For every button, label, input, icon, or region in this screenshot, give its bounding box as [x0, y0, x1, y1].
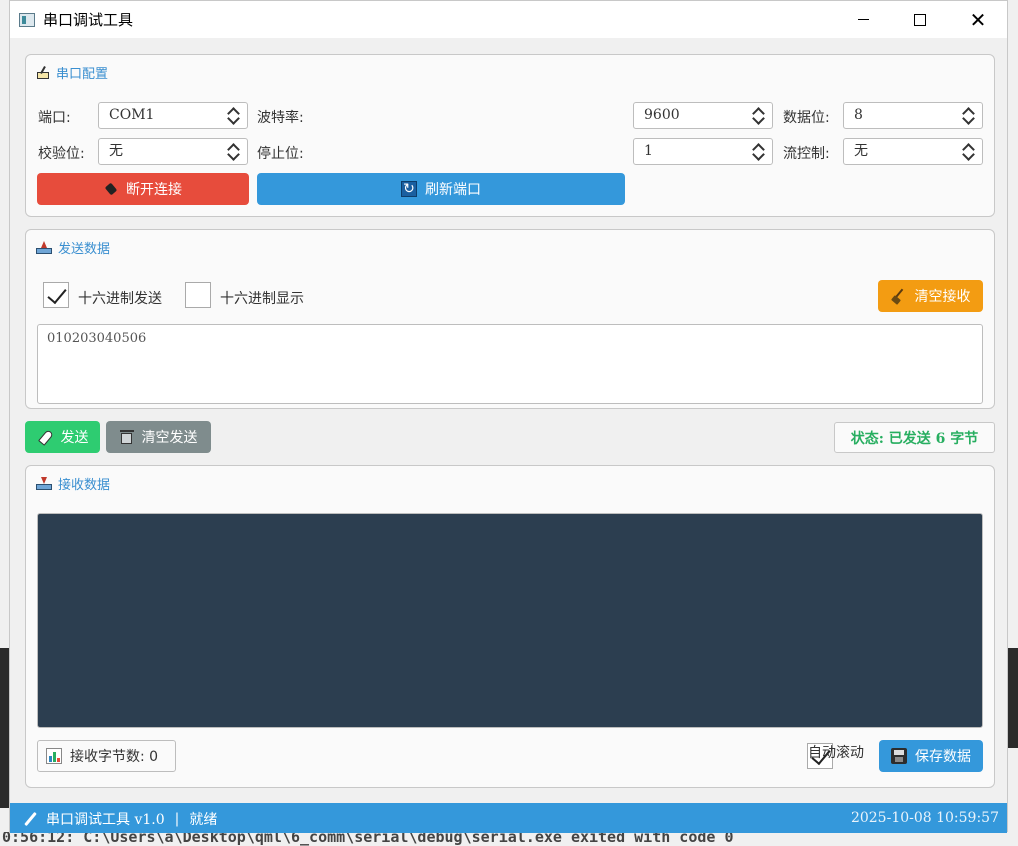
data-bits-value: 8 — [854, 107, 863, 123]
port-value: COM1 — [109, 107, 155, 123]
port-select[interactable]: COM1 — [98, 102, 248, 129]
spin-arrows-icon — [962, 142, 974, 162]
rocket-icon — [37, 429, 53, 445]
send-status-text: 状态: 已发送 6 字节 — [850, 430, 979, 447]
clear-receive-label: 清空接收 — [914, 289, 971, 305]
receive-data-label: 接收数据 — [58, 478, 111, 493]
terminal-output-line: 0:56:12: C:\Users\a\Desktop\qml\6_comm\s… — [2, 832, 734, 846]
hex-send-checkbox[interactable] — [43, 282, 69, 308]
receive-byte-count: 接收字节数: 0 — [37, 740, 176, 772]
minimize-icon — [857, 19, 869, 20]
baud-label: 波特率: — [257, 110, 304, 126]
save-data-button[interactable]: 保存数据 — [879, 740, 983, 772]
parity-label: 校验位: — [38, 146, 85, 162]
hex-send-label: 十六进制发送 — [78, 291, 162, 307]
plug-icon — [104, 182, 118, 196]
send-data-title: 发送数据 — [36, 238, 110, 257]
data-bits-label: 数据位: — [783, 110, 830, 126]
upload-icon — [36, 240, 52, 255]
spin-arrows-icon — [227, 142, 239, 162]
app-icon — [19, 12, 35, 27]
baud-select[interactable]: 9600 — [633, 102, 773, 129]
save-data-label: 保存数据 — [915, 749, 971, 765]
close-icon: ✕ — [969, 7, 987, 32]
hex-display-checkbox[interactable] — [185, 282, 211, 308]
send-label: 发送 — [60, 430, 89, 446]
send-status: 状态: 已发送 6 字节 — [834, 422, 995, 453]
parity-select[interactable]: 无 — [98, 138, 248, 165]
auto-scroll-label: 自动滚动 — [808, 745, 864, 761]
receive-data-group: 接收数据 接收字节数: 0 自动滚动 保存数据 — [25, 465, 995, 788]
status-bar: 串口调试工具 v1.0 | 就绪 2025-10-08 10:59:57 — [10, 803, 1007, 833]
broom-icon — [891, 288, 907, 304]
download-icon — [36, 476, 52, 491]
refresh-ports-label: 刷新端口 — [425, 182, 481, 198]
receive-output-area[interactable] — [37, 513, 983, 728]
clear-send-label: 清空发送 — [141, 430, 198, 446]
background-terminal-output: 0:56:12: C:\Users\a\Desktop\qml\6_comm\s… — [0, 832, 1018, 846]
spin-arrows-icon — [227, 106, 239, 126]
stop-bits-label: 停止位: — [257, 146, 304, 162]
close-button[interactable]: ✕ — [955, 1, 1001, 38]
disconnect-label: 断开连接 — [126, 182, 182, 198]
send-data-label: 发送数据 — [58, 242, 111, 257]
title-bar[interactable]: 串口调试工具 ✕ — [10, 1, 1007, 38]
baud-value: 9600 — [644, 107, 680, 123]
spin-arrows-icon — [752, 142, 764, 162]
flow-control-value: 无 — [854, 143, 868, 159]
maximize-button[interactable] — [897, 1, 943, 38]
send-data-group: 发送数据 十六进制发送 十六进制显示 清空接收 010203040506 — [25, 229, 995, 409]
serial-config-title: 串口配置 — [36, 63, 108, 82]
stop-bits-value: 1 — [644, 143, 653, 159]
maximize-icon — [914, 13, 926, 26]
receive-byte-count-text: 接收字节数: 0 — [70, 749, 159, 765]
parity-value: 无 — [109, 143, 123, 159]
hex-display-label: 十六进制显示 — [220, 291, 304, 307]
clear-send-button[interactable]: 清空发送 — [106, 421, 211, 453]
spin-arrows-icon — [752, 106, 764, 126]
receive-data-title: 接收数据 — [36, 474, 110, 493]
send-input[interactable]: 010203040506 — [37, 324, 983, 404]
send-input-value: 010203040506 — [47, 331, 147, 346]
clear-receive-button[interactable]: 清空接收 — [878, 280, 983, 312]
stop-bits-select[interactable]: 1 — [633, 138, 773, 165]
spin-arrows-icon — [962, 106, 974, 126]
serial-config-group: 串口配置 端口: COM1 波特率: 9600 数据位: 8 校验位: 无 停止… — [25, 54, 995, 217]
app-window: 串口调试工具 ✕ 串口配置 端口: COM1 波特率: 9600 数据位: 8 … — [9, 0, 1008, 833]
bar-chart-icon — [46, 748, 62, 764]
wrench-icon — [22, 811, 38, 827]
plug-config-icon — [36, 66, 50, 80]
refresh-icon: ↻ — [401, 181, 417, 197]
status-datetime: 2025-10-08 10:59:57 — [850, 810, 999, 826]
send-button[interactable]: 发送 — [25, 421, 100, 453]
serial-config-label: 串口配置 — [56, 67, 109, 82]
window-title: 串口调试工具 — [43, 11, 134, 29]
flow-control-select[interactable]: 无 — [843, 138, 983, 165]
refresh-ports-button[interactable]: ↻ 刷新端口 — [257, 173, 625, 205]
minimize-button[interactable] — [840, 1, 886, 38]
disconnect-button[interactable]: 断开连接 — [37, 173, 249, 205]
port-label: 端口: — [38, 110, 71, 126]
flow-control-label: 流控制: — [783, 146, 830, 162]
save-icon — [891, 748, 907, 764]
status-separator: | — [174, 811, 180, 827]
trash-icon — [119, 429, 134, 445]
status-state: 就绪 — [189, 812, 218, 828]
status-app-name: 串口调试工具 v1.0 — [46, 812, 165, 828]
data-bits-select[interactable]: 8 — [843, 102, 983, 129]
